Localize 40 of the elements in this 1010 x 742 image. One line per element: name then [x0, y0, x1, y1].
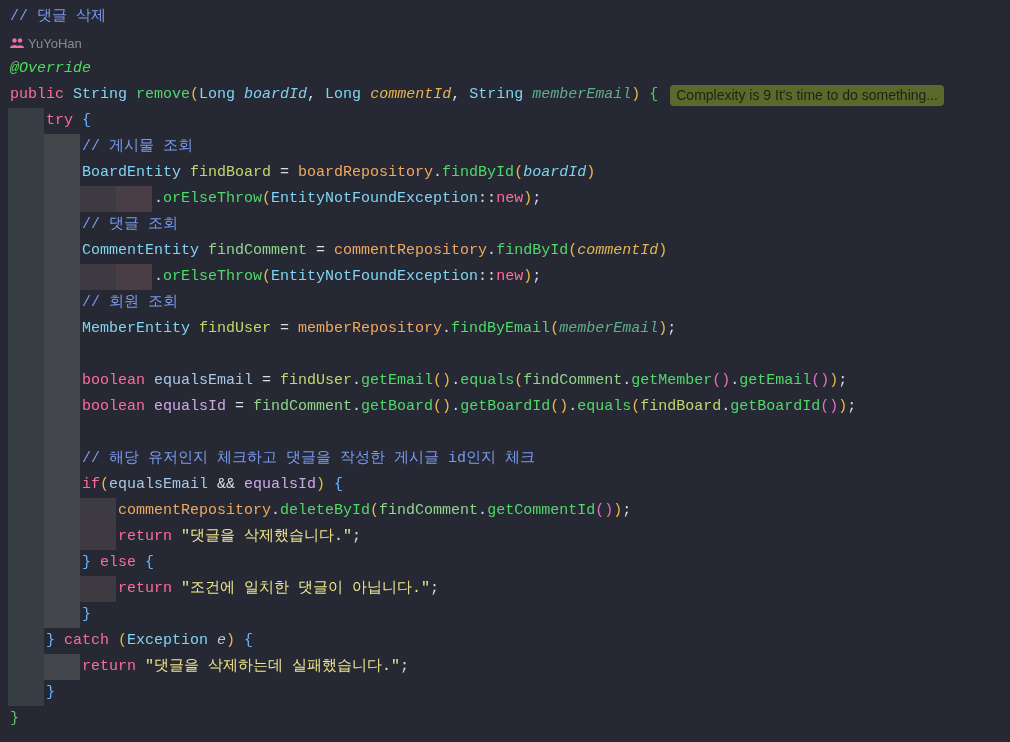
indent-guide [80, 498, 116, 524]
code-line: try { [45, 111, 92, 131]
indent-guide [116, 264, 152, 290]
indent-guide [80, 576, 116, 602]
author-name[interactable]: YuYoHan [28, 35, 82, 51]
code-line: BoardEntity findBoard = boardRepository.findById(boardId) [81, 163, 596, 183]
indent-guide [8, 108, 44, 134]
code-line: return "댓글을 삭제했습니다."; [117, 527, 362, 547]
code-line: commentRepository.deleteById(findComment.getCommentId()); [117, 501, 632, 521]
code-line: .orElseThrow(EntityNotFoundException::new); [153, 267, 542, 287]
code-line: // 댓글 삭제 [9, 7, 106, 27]
code-line: boolean equalsEmail = findUser.getEmail().equals(findComment.getMember().getEmail()); [81, 371, 848, 391]
code-line: // 회원 조회 [81, 293, 178, 313]
code-line: CommentEntity findComment = commentRepository.findById(commentId) [81, 241, 668, 261]
code-line: } else { [81, 553, 155, 573]
indent-guide [80, 264, 116, 290]
indent-guide [80, 186, 116, 212]
indent-guide [116, 186, 152, 212]
code-line: .orElseThrow(EntityNotFoundException::new); [153, 189, 542, 209]
code-line: @Override [9, 59, 91, 79]
code-line: if(equalsEmail && equalsId) { [81, 475, 344, 495]
code-line: public String remove(Long boardId, Long commentId, String memberEmail) { [9, 85, 659, 105]
code-line: // 댓글 조회 [81, 215, 178, 235]
code-line: // 게시물 조회 [81, 137, 193, 157]
indent-guide [44, 602, 80, 628]
code-line: boolean equalsId = findComment.getBoard().getBoardId().equals(findBoard.getBoardId()); [81, 397, 857, 417]
code-line: return "조건에 일치한 댓글이 아닙니다."; [117, 579, 440, 599]
code-line: } [81, 605, 91, 625]
code-line: } catch (Exception e) { [45, 631, 254, 651]
code-line: MemberEntity findUser = memberRepository.findByEmail(memberEmail); [81, 319, 677, 339]
code-line: // 해당 유저인지 체크하고 댓글을 작성한 게시글 id인지 체크 [81, 449, 536, 469]
code-line: } [45, 683, 55, 703]
indent-guide [8, 680, 44, 706]
code-line: } [9, 709, 19, 729]
people-icon [10, 38, 24, 48]
indent-guide [80, 524, 116, 550]
code-line: return "댓글을 삭제하는데 실패했습니다."; [81, 657, 410, 677]
indent-guide [44, 134, 80, 160]
indent-guide [44, 654, 80, 680]
complexity-hint[interactable]: Complexity is 9 It's time to do something... [670, 84, 944, 106]
